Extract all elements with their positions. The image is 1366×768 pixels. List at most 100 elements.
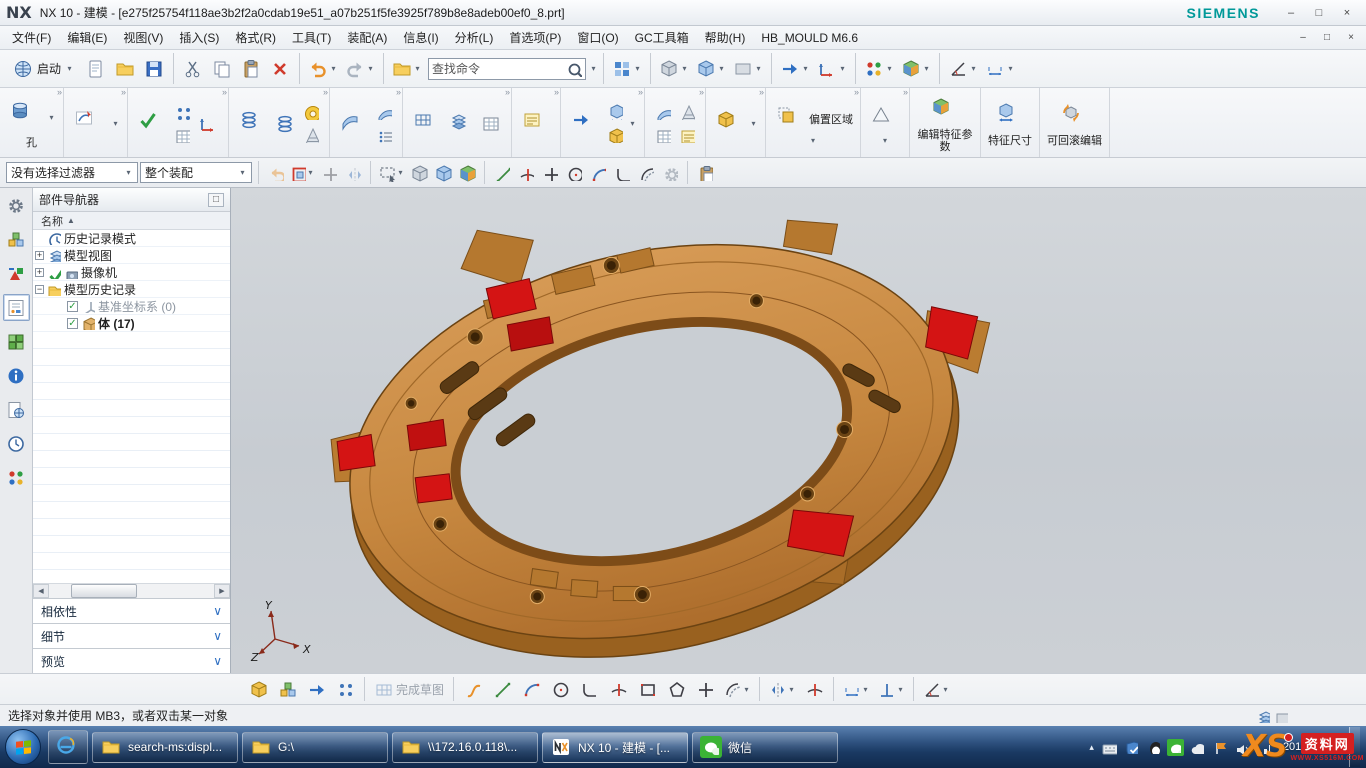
reuse-library-button[interactable]: [3, 328, 30, 355]
menu-tools[interactable]: 工具(T): [284, 26, 339, 49]
sheet-table-button[interactable]: [478, 111, 504, 137]
roles-button[interactable]: [3, 464, 30, 491]
offset-curve-button[interactable]: ▾: [720, 675, 754, 703]
quick-trim-button[interactable]: [800, 675, 828, 703]
snap-midpoint-button[interactable]: [515, 162, 537, 184]
overflow-arrow[interactable]: »: [121, 88, 126, 97]
snap-endpoint-button[interactable]: [491, 162, 513, 184]
sketch-dimension-button[interactable]: ▾: [839, 675, 873, 703]
tree-row-cameras[interactable]: + 摄像机: [33, 264, 230, 281]
selection-filter-combo[interactable]: 没有选择过滤器 ▾: [6, 162, 138, 183]
dropdown-arrow[interactable]: ▾: [680, 64, 689, 73]
dropdown-arrow[interactable]: ▾: [969, 64, 978, 73]
dropdown-arrow[interactable]: ▾: [396, 168, 405, 177]
overflow-arrow[interactable]: »: [505, 88, 510, 97]
arc-button[interactable]: [517, 675, 545, 703]
sketch-snap-button[interactable]: [331, 675, 359, 703]
dropdown-arrow[interactable]: ▾: [742, 685, 751, 694]
box-feature-button[interactable]: [713, 107, 747, 141]
delete-button[interactable]: [266, 55, 294, 83]
lasso-select-button[interactable]: ▾: [377, 162, 406, 184]
rollback-edit-button[interactable]: [1058, 100, 1092, 134]
lattice-button[interactable]: [410, 107, 444, 141]
copy-button[interactable]: [208, 55, 236, 83]
previous-selection-button[interactable]: [265, 162, 287, 184]
open-button[interactable]: [111, 55, 139, 83]
scale-body-button[interactable]: [604, 101, 626, 123]
transform-button[interactable]: ▾: [814, 55, 850, 83]
polygon-button[interactable]: [662, 675, 690, 703]
paste-button[interactable]: [237, 55, 265, 83]
minimize-button[interactable]: –: [1278, 4, 1304, 21]
clipboard-button[interactable]: [694, 162, 716, 184]
dropdown-arrow[interactable]: ▾: [111, 119, 120, 128]
overflow-arrow[interactable]: »: [554, 88, 559, 97]
dropdown-arrow[interactable]: ▾: [124, 168, 133, 177]
collapse-icon[interactable]: −: [35, 285, 44, 294]
snap-point-button[interactable]: [611, 162, 633, 184]
render-style-button[interactable]: ▾: [730, 55, 766, 83]
dropdown-arrow[interactable]: ▾: [329, 64, 338, 73]
circle-button[interactable]: [546, 675, 574, 703]
dropdown-arrow[interactable]: ▾: [413, 64, 422, 73]
status-panel-icon[interactable]: [1274, 709, 1288, 723]
geometric-constraint-button[interactable]: ▾: [874, 675, 908, 703]
finish-check-button[interactable]: [135, 107, 169, 141]
expand-icon[interactable]: +: [35, 268, 44, 277]
dropdown-arrow[interactable]: ▾: [306, 168, 315, 177]
sketch-task-button[interactable]: [244, 675, 272, 703]
tray-qq-icon[interactable]: [1145, 739, 1162, 756]
menu-help[interactable]: 帮助(H): [697, 26, 754, 49]
triangle-tool-button[interactable]: [868, 102, 902, 136]
feature-table-button[interactable]: [171, 124, 193, 146]
section-details[interactable]: 细节 ∨: [33, 623, 230, 648]
overflow-arrow[interactable]: »: [323, 88, 328, 97]
menu-analysis[interactable]: 分析(L): [447, 26, 502, 49]
close-button[interactable]: ×: [1334, 4, 1360, 21]
datum-csys-checkbox[interactable]: ✓: [67, 301, 78, 312]
measure-distance-button[interactable]: ▾: [982, 55, 1018, 83]
snap-arc-center-button[interactable]: [563, 162, 585, 184]
line-button[interactable]: [488, 675, 516, 703]
move-face-button[interactable]: [568, 107, 602, 141]
menu-preferences[interactable]: 首选项(P): [501, 26, 569, 49]
taskbar-item-wechat[interactable]: 微信: [692, 732, 838, 763]
chevron-down-icon[interactable]: ∨: [213, 654, 222, 668]
dropdown-arrow[interactable]: ▾: [749, 119, 758, 128]
dropdown-arrow[interactable]: ▾: [801, 64, 810, 73]
studio-spline-button[interactable]: [459, 675, 487, 703]
tray-network-icon[interactable]: [1255, 739, 1272, 756]
tree-row-body[interactable]: ✓ 体 (17): [33, 315, 230, 332]
dropdown-arrow[interactable]: ▾: [838, 64, 847, 73]
sketch-group-button[interactable]: [273, 675, 301, 703]
torus-button[interactable]: [300, 101, 322, 123]
detail-cone-button[interactable]: [676, 101, 698, 123]
feature-dimension-button[interactable]: [993, 100, 1027, 134]
body-checkbox[interactable]: ✓: [67, 318, 78, 329]
menu-assemblies[interactable]: 装配(A): [339, 26, 395, 49]
dropdown-arrow[interactable]: ▾: [885, 64, 894, 73]
dropdown-arrow[interactable]: ▾: [861, 685, 870, 694]
offset-region-button[interactable]: [773, 102, 807, 136]
undo-button[interactable]: ▾: [305, 55, 341, 83]
overflow-arrow[interactable]: »: [638, 88, 643, 97]
menu-window[interactable]: 窗口(O): [569, 26, 626, 49]
menu-hb-mould[interactable]: HB_MOULD M6.6: [753, 28, 866, 48]
redo-button[interactable]: ▾: [342, 55, 378, 83]
dropdown-arrow[interactable]: ▾: [366, 64, 375, 73]
show-desktop-button[interactable]: [1349, 727, 1360, 767]
scrollbar-thumb[interactable]: [71, 584, 137, 598]
show-hidden-button[interactable]: [408, 162, 430, 184]
start-menu-button[interactable]: 启动 ▾: [6, 55, 81, 83]
taskbar-item-search[interactable]: search-ms:displ...: [92, 732, 238, 763]
doc-close-button[interactable]: ×: [1340, 30, 1362, 45]
taskbar-item-network-share[interactable]: \\172.16.0.118\...: [392, 732, 538, 763]
dropdown-arrow[interactable]: ▾: [896, 685, 905, 694]
start-button[interactable]: [5, 729, 41, 765]
point-button[interactable]: [691, 675, 719, 703]
section-dependencies[interactable]: 相依性 ∨: [33, 598, 230, 623]
highlight-face-button[interactable]: ▾: [289, 162, 316, 184]
scroll-left-arrow[interactable]: ◀: [33, 584, 49, 598]
taskbar-item-nx[interactable]: NX 10 - 建模 - [...: [542, 732, 688, 763]
history-palette-button[interactable]: [3, 430, 30, 457]
